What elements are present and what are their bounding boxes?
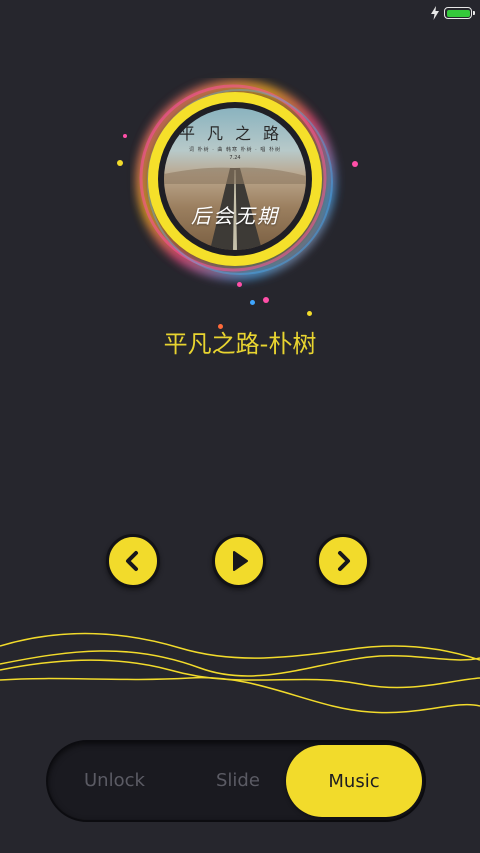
lightning-bolt-icon	[431, 6, 439, 20]
play-icon	[233, 551, 248, 571]
slider-option-music: Music	[328, 770, 380, 792]
particle-dot	[263, 297, 269, 303]
mode-slider[interactable]: Unlock Slide Music	[46, 740, 426, 822]
cover-script-title: 后会无期	[191, 204, 279, 228]
album-art-disc[interactable]: 平凡之路 词 朴树 · 曲 韩寒 朴树 · 唱 朴树 7.24 后会无期	[130, 78, 350, 298]
album-ring: 平凡之路 词 朴树 · 曲 韩寒 朴树 · 唱 朴树 7.24 后会无期	[148, 92, 322, 266]
slider-thumb-music[interactable]: Music	[286, 745, 422, 817]
cover-credits: 词 朴树 · 曲 韩寒 朴树 · 唱 朴树	[189, 147, 281, 153]
sound-wave-lines	[0, 632, 480, 714]
particle-dot	[307, 311, 312, 316]
previous-button[interactable]	[106, 534, 160, 588]
particle-dot	[250, 300, 255, 305]
status-bar	[0, 0, 480, 26]
particle-dot	[352, 161, 358, 167]
battery-level	[446, 9, 470, 17]
play-button[interactable]	[212, 534, 266, 588]
slider-option-slide[interactable]: Slide	[216, 742, 260, 820]
song-title: 平凡之路-朴树	[163, 330, 317, 358]
particle-dot	[117, 160, 123, 166]
cover-title: 平凡之路	[178, 124, 291, 143]
cover-date: 7.24	[229, 155, 241, 161]
chevron-left-icon	[126, 551, 138, 571]
next-button[interactable]	[316, 534, 370, 588]
battery-icon	[444, 7, 475, 19]
album-cover: 平凡之路 词 朴树 · 曲 韩寒 朴树 · 唱 朴树 7.24 后会无期	[164, 108, 306, 250]
chevron-right-icon	[338, 551, 350, 571]
particle-dot	[123, 134, 127, 138]
particle-dot	[237, 282, 242, 287]
slider-option-unlock[interactable]: Unlock	[84, 742, 145, 820]
